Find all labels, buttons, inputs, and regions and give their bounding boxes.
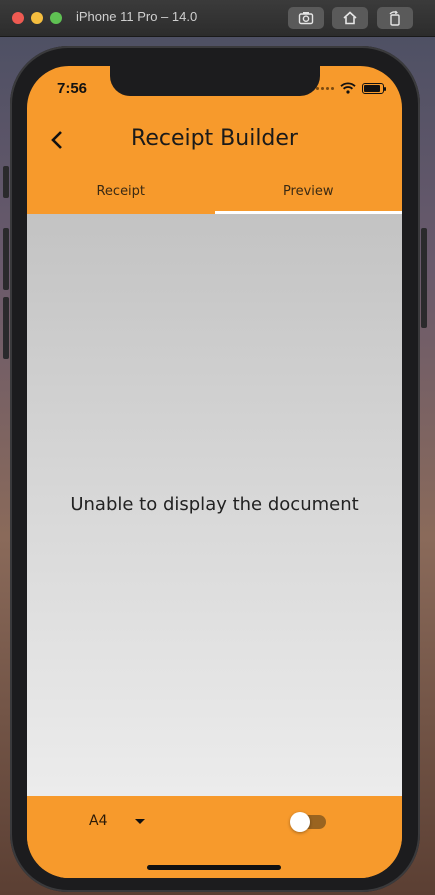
rotate-icon [389, 10, 400, 26]
tab-receipt[interactable]: Receipt [27, 168, 215, 214]
page-size-dropdown[interactable]: A4 [89, 813, 146, 829]
home-indicator [147, 865, 281, 870]
page-title: Receipt Builder [131, 126, 298, 151]
volume-up-button [3, 228, 9, 290]
dropdown-arrow-icon [135, 818, 146, 824]
toggle-thumb [290, 812, 310, 832]
simulator-title: iPhone 11 Pro – 14.0 [76, 9, 198, 24]
status-time: 7:56 [57, 80, 88, 97]
screenshot-button[interactable] [288, 7, 324, 29]
app-screen: 7:56 Receipt Builder Receipt Preview Una… [27, 66, 402, 878]
simulator-title-bar: iPhone 11 Pro – 14.0 [0, 0, 435, 37]
close-window-button[interactable] [12, 12, 24, 24]
preview-area: Unable to display the document [27, 214, 402, 796]
tab-preview[interactable]: Preview [214, 168, 403, 214]
battery-icon [362, 82, 386, 94]
rotate-button[interactable] [377, 7, 413, 29]
power-button [421, 228, 427, 328]
zoom-window-button[interactable] [50, 12, 62, 24]
signal-dots-icon [316, 86, 334, 90]
error-message: Unable to display the document [70, 494, 359, 515]
volume-down-button [3, 297, 9, 359]
home-button[interactable] [332, 7, 368, 29]
page-size-value: A4 [89, 813, 108, 829]
home-icon [343, 11, 357, 25]
camera-icon [298, 12, 314, 25]
app-bar: Receipt Builder [27, 112, 402, 168]
status-icons [316, 82, 386, 94]
minimize-window-button[interactable] [31, 12, 43, 24]
mute-switch [3, 166, 9, 198]
toggle-switch[interactable] [290, 812, 326, 832]
notch [110, 66, 320, 96]
wifi-icon [340, 82, 356, 94]
tab-bar: Receipt Preview [27, 168, 402, 214]
